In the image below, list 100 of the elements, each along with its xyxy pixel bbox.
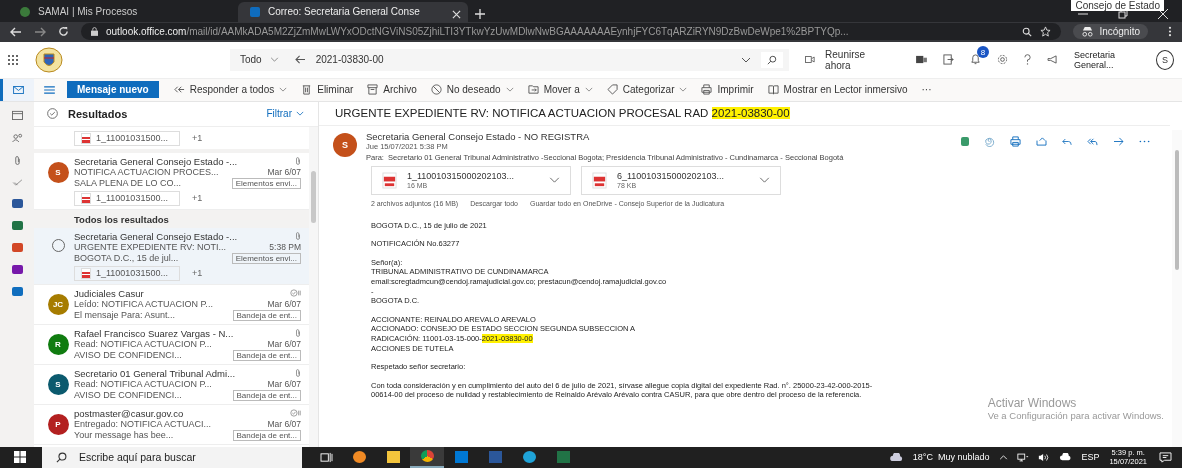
checkmark-icon[interactable] bbox=[11, 178, 23, 186]
chevron-up-icon[interactable] bbox=[999, 455, 1009, 460]
people-icon[interactable] bbox=[11, 132, 23, 142]
settings-icon[interactable] bbox=[996, 54, 1008, 66]
sender-avatar: R bbox=[47, 333, 69, 355]
folder-tag: Bandeja de ent... bbox=[232, 349, 301, 361]
windows-start-icon[interactable] bbox=[14, 451, 26, 464]
app-icon[interactable] bbox=[11, 286, 23, 296]
addin-icon[interactable] bbox=[961, 136, 969, 146]
share-icon[interactable] bbox=[942, 54, 954, 66]
app-icon[interactable] bbox=[11, 264, 23, 274]
taskbar-browser-icon[interactable] bbox=[410, 447, 444, 468]
pdf-icon bbox=[382, 171, 397, 189]
menu-icon[interactable] bbox=[1168, 26, 1172, 38]
attachment-chip[interactable]: 1_11001031500... bbox=[74, 190, 180, 206]
bell-icon[interactable] bbox=[969, 54, 981, 66]
search-icon[interactable] bbox=[1022, 26, 1033, 37]
cloud-icon[interactable] bbox=[1059, 453, 1073, 462]
message-item[interactable]: S Secretaria General Consejo Estado -... NOTIFICA ACTUACION PROCES... Mar 6/07 SALA PLENA DE LO CO... Elementos envi... 1_11001031500... +1 bbox=[34, 152, 309, 210]
account-name[interactable]: Secretaria General... bbox=[1073, 49, 1148, 70]
tag-button[interactable]: Categorizar bbox=[599, 84, 695, 96]
forward-icon[interactable] bbox=[1113, 136, 1124, 146]
scrollbar-thumb[interactable] bbox=[1175, 149, 1179, 270]
more-icon[interactable] bbox=[1139, 139, 1150, 143]
sender-avatar: JC bbox=[47, 293, 69, 315]
browser-tab[interactable]: SAMAI | Mis Procesos bbox=[8, 1, 238, 22]
back-icon[interactable] bbox=[294, 55, 306, 65]
teams-icon[interactable] bbox=[915, 55, 927, 65]
app-icon[interactable] bbox=[11, 242, 23, 252]
weather-text[interactable]: 18°C Muy nublado bbox=[912, 452, 990, 463]
sender-name: postmaster@casur.gov.co bbox=[74, 407, 184, 419]
close-icon[interactable] bbox=[452, 9, 461, 19]
megaphone-icon[interactable] bbox=[1046, 55, 1058, 65]
search-value: 2021-03830-00 bbox=[315, 54, 385, 66]
calendar-icon[interactable] bbox=[11, 109, 23, 120]
app-icon[interactable] bbox=[11, 198, 23, 208]
print-icon[interactable] bbox=[1010, 135, 1021, 147]
app-icon[interactable] bbox=[11, 220, 23, 230]
incognito-badge[interactable]: Incógnito bbox=[1073, 24, 1148, 40]
forward-icon[interactable] bbox=[34, 26, 46, 37]
search-scope-dropdown[interactable]: Todo bbox=[240, 54, 279, 66]
url-text: outlook.office.com/mail/id/AAMkADA5M2ZjZmMwLWYxODctNGViNS05ZjhiLTI3YTkwYzUwMDlwNwBGAAAAAAAEynhjFYC6TqARZiRYN9DzBwDeWpe1%2BPTYQp... bbox=[106, 26, 850, 38]
archive-button[interactable]: Archivo bbox=[360, 84, 424, 96]
message-subject: NOTIFICA ACTUACION PROCES... bbox=[74, 167, 219, 178]
message-subject: Leído: NOTIFICA ACTUACION P... bbox=[74, 299, 213, 310]
star-icon[interactable] bbox=[1040, 26, 1052, 38]
message-item[interactable]: S Secretario 01 General Tribunal Admi... Read: NOTIFICA ACTUACION P... Mar 6/07 AVISO DE CONFIDENCI... Bandeja de ent... bbox=[34, 364, 309, 405]
browser-tab[interactable]: Correo: Secretaria General Conse bbox=[238, 1, 468, 22]
reload-icon[interactable] bbox=[58, 26, 69, 38]
chevron-down-icon bbox=[584, 87, 593, 93]
network-icon[interactable] bbox=[1017, 453, 1030, 462]
folder-tag: Bandeja de ent... bbox=[232, 309, 301, 321]
speaker-icon[interactable] bbox=[1038, 453, 1051, 462]
more-button[interactable]: ··· bbox=[914, 84, 939, 96]
reply-all-button[interactable]: Responder a todos bbox=[166, 84, 295, 96]
paperclip-icon[interactable] bbox=[13, 154, 21, 166]
activation-title: Activar Windows bbox=[987, 396, 1078, 410]
reply-all-icon[interactable] bbox=[1087, 136, 1098, 146]
chevron-down-icon bbox=[679, 87, 688, 93]
cloud-icon bbox=[888, 453, 904, 462]
share-icon[interactable] bbox=[1036, 136, 1047, 146]
help-icon[interactable] bbox=[1023, 54, 1031, 66]
reader-button[interactable]: Mostrar en Lector inmersivo bbox=[760, 84, 915, 96]
junk-button[interactable]: No deseado bbox=[423, 84, 521, 96]
move-button[interactable]: Mover a bbox=[520, 84, 600, 96]
message-item[interactable]: Secretaria General Consejo Estado -... URGENTE EXPEDIENTE RV: NOTI... 5:38 PM BOGOTA D.C., 15 de jul... Elementos envi... 1_11001031500... +1 bbox=[34, 227, 309, 285]
email-subject: URGENTE EXPEDIENTE RV: NOTIFICA ACTUACION PROCESAL RAD 2021-03830-00 bbox=[319, 101, 1170, 126]
restore-icon[interactable] bbox=[1118, 8, 1128, 19]
folder-icon bbox=[527, 84, 539, 96]
plus-icon[interactable] bbox=[475, 8, 485, 19]
new-message-button[interactable]: Mensaje nuevo bbox=[67, 81, 159, 99]
search-button[interactable] bbox=[761, 51, 784, 68]
message-item[interactable]: R Rafael Francisco Suarez Vargas - N... Read: NOTIFICA ACTUACION P... Mar 6/07 AVISO DE CONFIDENCI... Bandeja de ent... bbox=[34, 324, 309, 365]
notifications-icon[interactable] bbox=[1159, 452, 1172, 463]
message-item[interactable]: JC Judiciales Casur Leído: NOTIFICA ACTUACION P... Mar 6/07 El mensaje Para: Asunt... Bandeja de ent... bbox=[34, 284, 309, 325]
delete-button[interactable]: Eliminar bbox=[294, 84, 361, 96]
chevron-down-icon[interactable] bbox=[741, 56, 752, 63]
select-all-icon[interactable] bbox=[47, 108, 58, 120]
attachment-name: 1_110010315000202103... bbox=[407, 171, 515, 182]
folder-tag: Elementos envi... bbox=[231, 252, 301, 264]
meet-now-button[interactable]: Reunirse ahora bbox=[805, 48, 884, 71]
mail-icon[interactable] bbox=[13, 85, 24, 94]
task-view-icon[interactable] bbox=[320, 452, 333, 463]
app-launcher-icon[interactable] bbox=[8, 54, 18, 65]
language-indicator[interactable]: ESP bbox=[1081, 452, 1100, 463]
filter-button[interactable]: Filtrar bbox=[260, 107, 310, 121]
lock-icon bbox=[91, 27, 98, 37]
taskbar-search-field[interactable]: Escribe aquí para buscar bbox=[42, 447, 302, 468]
reply-icon[interactable] bbox=[1062, 136, 1072, 146]
print-icon bbox=[701, 84, 713, 96]
attachment-chip[interactable]: 1_11001031500... bbox=[74, 265, 180, 281]
close-icon[interactable] bbox=[1158, 8, 1168, 19]
scrollbar-thumb[interactable] bbox=[311, 170, 316, 223]
message-time: Mar 6/07 bbox=[267, 339, 301, 350]
message-item[interactable]: P postmaster@casur.gov.co Entregado: NOTIFICA ACTUACI... Mar 6/07 Your message has bee... Bandeja de ent... bbox=[34, 404, 309, 445]
print-button[interactable]: Imprimir bbox=[694, 84, 761, 96]
search-field[interactable]: Todo 2021-03830-00 bbox=[230, 48, 790, 71]
attachment-chip[interactable]: 1_11001031500... bbox=[74, 130, 180, 146]
address-bar[interactable]: outlook.office.com/mail/id/AAMkADA5M2ZjZmMwLWYxODctNGViNS05ZjhiLTI3YTkwYzUwMDlwNwBGAAAAAAAEynhjFYC6TqARZiRYN9DzBwDeWpe1%2BPTYQp... bbox=[81, 23, 1062, 41]
pdf-icon bbox=[81, 192, 91, 204]
